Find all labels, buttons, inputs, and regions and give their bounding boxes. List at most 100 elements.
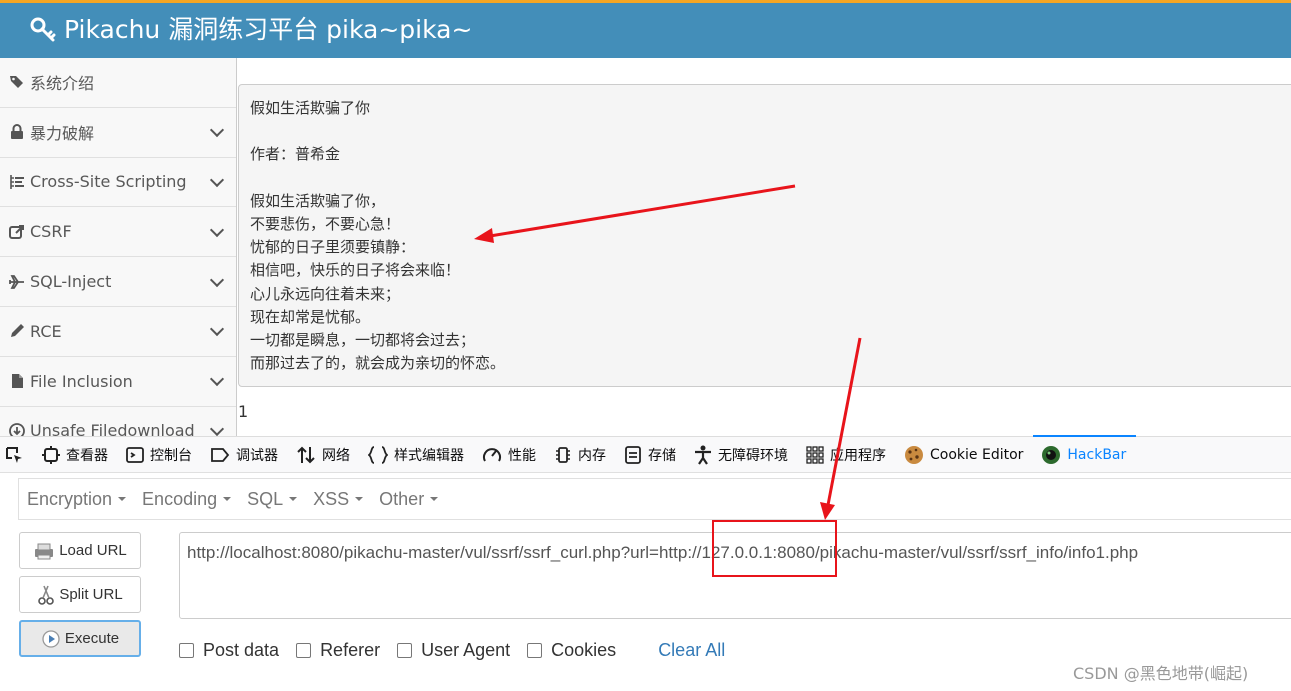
tab-memory[interactable]: 内存 xyxy=(546,436,616,473)
caret-down-icon xyxy=(289,497,298,501)
sidebar-item-label: SQL-Inject xyxy=(30,272,112,292)
sidebar-item-rce[interactable]: RCE xyxy=(0,306,236,357)
poem-line: 不要悲伤，不要心急！ xyxy=(250,214,401,233)
post-data-checkbox[interactable]: Post data xyxy=(179,640,279,661)
split-url-button[interactable]: Split URL xyxy=(19,576,141,613)
sidebar-item-label: CSRF xyxy=(30,222,72,242)
tab-cookie-editor[interactable]: Cookie Editor xyxy=(896,436,1033,473)
checkbox-box[interactable] xyxy=(527,643,543,658)
app-header: Pikachu 漏洞练习平台 pika~pika~ xyxy=(0,0,1291,58)
sidebar-item-csrf[interactable]: CSRF xyxy=(0,207,236,258)
menu-label: Other xyxy=(379,488,425,509)
sidebar-item-label: Unsafe Filedownload xyxy=(30,421,195,436)
hackbar-icon xyxy=(1042,445,1061,464)
tab-console[interactable]: 控制台 xyxy=(118,436,202,473)
poem-blank-line xyxy=(250,167,1286,190)
hackbar-menu: Encryption Encoding SQL XSS Other xyxy=(18,478,1291,520)
play-icon xyxy=(42,629,60,648)
tab-label: 网络 xyxy=(322,447,350,464)
chevron-down-icon xyxy=(209,421,225,436)
checkbox-box[interactable] xyxy=(397,643,413,658)
menu-label: Encryption xyxy=(27,488,113,509)
poem-line: 相信吧，快乐的日子将会来临！ xyxy=(250,261,461,280)
tab-performance[interactable]: 性能 xyxy=(474,436,546,473)
caret-down-icon xyxy=(430,497,439,501)
app-title: Pikachu 漏洞练习平台 pika~pika~ xyxy=(64,15,473,44)
storage-icon xyxy=(625,445,641,464)
execute-button[interactable]: Execute xyxy=(19,620,141,657)
sidebar-item-label: File Inclusion xyxy=(30,371,133,391)
sidebar-item-intro[interactable]: 系统介绍 xyxy=(0,58,236,108)
sidebar-item-brute-force[interactable]: 暴力破解 xyxy=(0,107,236,158)
menu-label: SQL xyxy=(247,488,284,509)
tab-label: 性能 xyxy=(508,447,536,464)
debugger-icon xyxy=(211,447,230,462)
tab-application[interactable]: 应用程序 xyxy=(798,436,896,473)
chevron-down-icon xyxy=(209,272,225,287)
watermark: CSDN @黑色地带(崛起) xyxy=(1073,664,1249,683)
network-icon xyxy=(297,446,315,463)
poem-line: 假如生活欺骗了你 xyxy=(250,99,371,117)
poem-line: 一切都是瞬息，一切都将会过去； xyxy=(250,330,476,349)
tab-accessibility[interactable]: 无障碍环境 xyxy=(686,436,798,473)
lock-icon xyxy=(9,124,25,140)
chevron-down-icon xyxy=(209,222,225,237)
referer-checkbox[interactable]: Referer xyxy=(296,640,380,661)
sidebar-item-unsafe-download[interactable]: Unsafe Filedownload xyxy=(0,406,236,436)
accessibility-icon xyxy=(695,445,711,465)
checkbox-box[interactable] xyxy=(179,643,194,658)
poem-blank-line xyxy=(250,120,1286,143)
clear-all-link[interactable]: Clear All xyxy=(658,640,725,661)
console-icon xyxy=(126,446,144,463)
caret-down-icon xyxy=(355,497,364,501)
tab-network[interactable]: 网络 xyxy=(288,436,360,473)
checkbox-label: User Agent xyxy=(421,640,511,660)
checkbox-box[interactable] xyxy=(296,643,312,658)
style-editor-icon xyxy=(368,445,388,464)
sidebar: 系统介绍 暴力破解 Cross-Site Scripting CSRF SQL-… xyxy=(0,58,237,436)
menu-encoding[interactable]: Encoding xyxy=(134,489,239,510)
chevron-down-icon xyxy=(209,322,225,337)
devtools-toolbar: 查看器 控制台 调试器 网络 样式编辑器 性能 内存 存储 无障碍环境 应用程序… xyxy=(0,435,1291,473)
menu-xss[interactable]: XSS xyxy=(305,489,371,510)
memory-icon xyxy=(556,446,570,463)
chevron-down-icon xyxy=(209,372,225,387)
poem-line: 现在却常是忧郁。 xyxy=(250,307,371,326)
checkbox-label: Referer xyxy=(320,640,381,660)
tab-hackbar[interactable]: HackBar xyxy=(1033,435,1137,473)
tags-icon xyxy=(9,74,25,90)
tab-label: 控制台 xyxy=(150,447,192,464)
pencil-icon xyxy=(9,323,25,339)
element-picker-button[interactable] xyxy=(0,436,34,473)
tab-style-editor[interactable]: 样式编辑器 xyxy=(360,436,474,473)
plane-icon xyxy=(9,274,25,290)
caret-down-icon xyxy=(223,497,232,501)
tab-debugger[interactable]: 调试器 xyxy=(202,436,288,473)
tab-inspector[interactable]: 查看器 xyxy=(34,436,118,473)
tab-label: 样式编辑器 xyxy=(394,447,464,464)
cookies-checkbox[interactable]: Cookies xyxy=(527,640,616,661)
tab-label: 存储 xyxy=(648,447,676,464)
chevron-down-icon xyxy=(209,123,225,138)
tab-label: 无障碍环境 xyxy=(718,447,788,464)
menu-other[interactable]: Other xyxy=(371,489,446,510)
menu-sql[interactable]: SQL xyxy=(239,489,305,510)
tab-storage[interactable]: 存储 xyxy=(616,436,686,473)
sidebar-item-sql-inject[interactable]: SQL-Inject xyxy=(0,257,236,307)
menu-encryption[interactable]: Encryption xyxy=(19,489,134,510)
button-label: Load URL xyxy=(59,542,127,559)
poem-line: 心儿永远向往着未来； xyxy=(250,284,401,303)
sidebar-item-file-inclusion[interactable]: File Inclusion xyxy=(0,356,236,407)
sidebar-item-xss[interactable]: Cross-Site Scripting xyxy=(0,157,236,208)
load-url-button[interactable]: Load URL xyxy=(19,532,141,569)
cookie-icon xyxy=(905,445,923,464)
poem-line: 作者：普希金 xyxy=(250,145,341,164)
download-icon xyxy=(9,423,25,436)
button-label: Execute xyxy=(64,630,120,647)
tab-label: 内存 xyxy=(578,447,606,464)
output-text: 1 xyxy=(238,402,249,421)
poem-line: 假如生活欺骗了你， xyxy=(250,191,386,210)
highlight-box xyxy=(712,520,837,577)
load-icon xyxy=(35,543,54,559)
user-agent-checkbox[interactable]: User Agent xyxy=(397,640,510,661)
